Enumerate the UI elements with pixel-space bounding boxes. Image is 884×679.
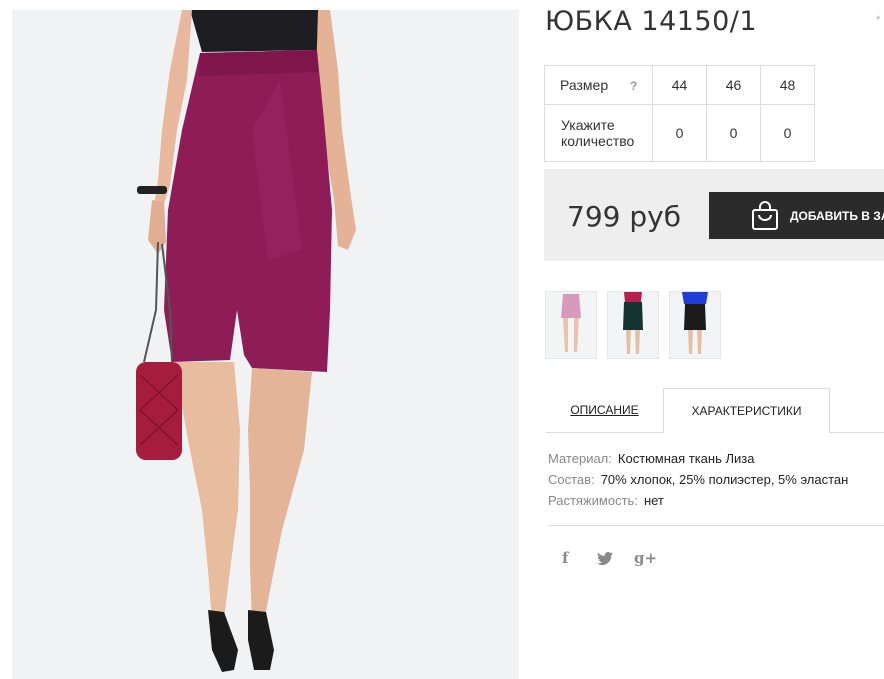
quantity-input-44[interactable]: 0 [652,104,707,162]
spec-row-material: Материал: Костюмная ткань Лиза [548,451,848,472]
tab-description[interactable]: ОПИСАНИЕ [546,388,663,432]
price-box: 799 руб ДОБАВИТЬ В ЗА [544,169,884,261]
tab-characteristics[interactable]: ХАРАКТЕРИСТИКИ [663,388,830,433]
thumbnail-pink[interactable] [545,291,597,359]
google-plus-icon[interactable]: g+ [634,549,657,567]
size-46: 46 [706,65,761,105]
spec-value: Костюмная ткань Лиза [617,451,755,466]
quantity-label: Укажите количество [544,104,653,162]
thumbnail-green[interactable] [607,291,659,359]
size-label-cell: Размер ? [544,65,653,105]
product-photo[interactable] [12,10,519,679]
add-to-cart-label: ДОБАВИТЬ В ЗА [790,209,884,223]
spec-row-stretch: Растяжимость: нет [548,493,848,514]
skirt-model-image [12,10,519,679]
spec-key: Растяжимость: [548,493,638,508]
size-44: 44 [652,65,707,105]
quantity-input-48[interactable]: 0 [760,104,815,162]
facebook-icon[interactable]: f [562,549,568,567]
quantity-row: Укажите количество 0 0 0 [544,104,815,162]
size-help-icon[interactable]: ? [630,79,637,93]
spec-key: Состав: [548,472,595,487]
price: 799 руб [567,200,681,233]
twitter-icon[interactable] [597,551,613,569]
add-to-cart-button[interactable]: ДОБАВИТЬ В ЗА [709,192,884,239]
product-title: ЮБКА 14150/1 [545,6,758,37]
size-table: Размер ? 44 46 48 Укажите количество 0 0… [544,65,815,162]
size-48: 48 [760,65,815,105]
twitter-bird-icon [597,552,613,565]
green-skirt-thumbnail-icon [608,292,658,358]
title-mark: * [876,14,881,26]
characteristics-list: Материал: Костюмная ткань Лиза Состав: 70%… [548,451,848,514]
handbag-shape [136,362,182,460]
pink-skirt-thumbnail-icon [546,292,596,358]
spec-value: 70% хлопок, 25% полиэстер, 5% эластан [600,472,849,487]
shopping-bag-icon [752,201,778,230]
size-label: Размер [560,77,609,93]
spec-value: нет [643,493,664,508]
product-tabs: ОПИСАНИЕ ХАРАКТЕРИСТИКИ [546,388,884,433]
spec-key: Материал: [548,451,612,466]
spec-row-composition: Состав: 70% хлопок, 25% полиэстер, 5% эла… [548,472,848,493]
black-skirt-thumbnail-icon [670,292,720,358]
specs-divider [548,525,884,526]
quantity-input-46[interactable]: 0 [706,104,761,162]
size-row: Размер ? 44 46 48 [544,65,815,105]
thumbnail-black[interactable] [669,291,721,359]
